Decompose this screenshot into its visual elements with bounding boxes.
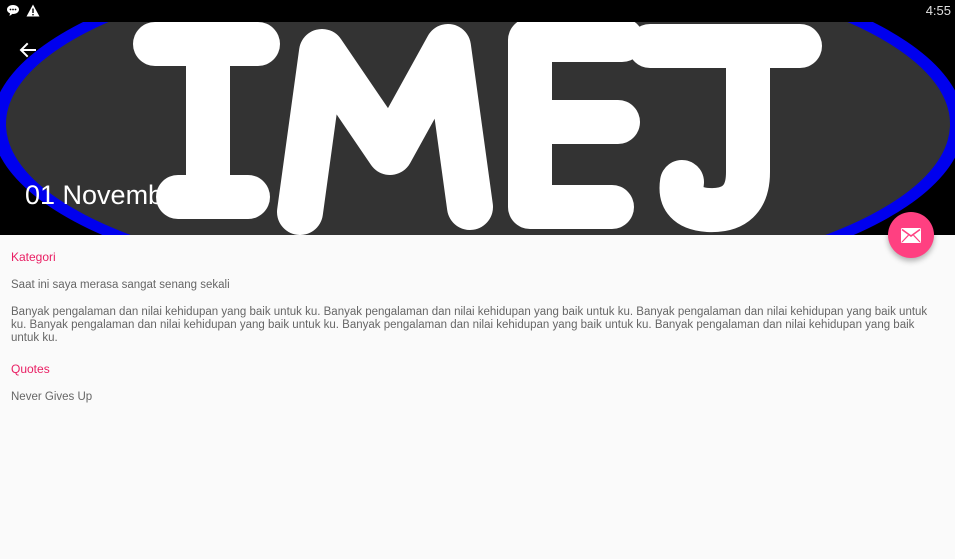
header-banner: 01 November 2016 (0, 22, 955, 235)
message-icon (6, 4, 20, 22)
quotes-text: Never Gives Up (11, 391, 93, 403)
warning-icon (26, 4, 40, 22)
logo-letter-m (277, 24, 493, 235)
status-time: 4:55 (925, 3, 951, 18)
status-icons (6, 4, 40, 22)
quotes-label: Quotes (11, 362, 50, 376)
logo-letters (133, 22, 822, 235)
story-text: Banyak pengalaman dan nilai kehidupan ya… (11, 306, 928, 344)
logo-letter-i (133, 22, 280, 219)
logo-letter-e (508, 22, 644, 229)
kategori-text: Saat ini saya merasa sangat senang sekal… (11, 279, 230, 291)
email-fab-button[interactable] (888, 212, 934, 258)
logo-letter-j (628, 24, 822, 233)
email-icon (901, 227, 921, 243)
back-arrow-icon (19, 42, 36, 58)
kategori-label: Kategori (11, 250, 56, 264)
back-button[interactable] (14, 36, 42, 64)
status-bar: 4:55 (0, 0, 955, 22)
